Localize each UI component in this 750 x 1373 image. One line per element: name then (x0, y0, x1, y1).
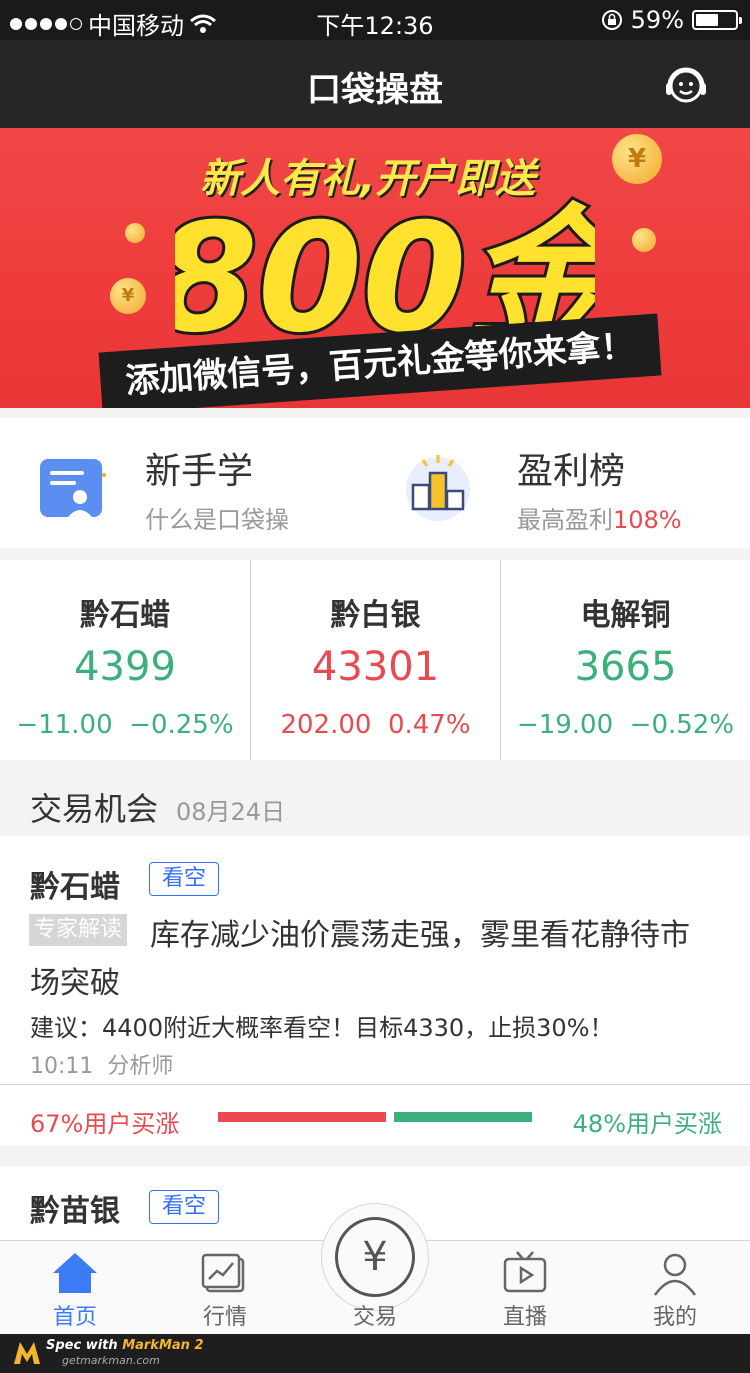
change-value: −11.00 (16, 710, 113, 740)
market-name: 黔白银 (330, 598, 421, 633)
bull-bar (394, 1112, 532, 1122)
feature-row: 新手学 什么是口袋操 盈利榜 最高盈利108% (0, 418, 750, 548)
tab-live[interactable]: 直播 (450, 1241, 600, 1335)
market-change: 202.00 0.47% (251, 710, 500, 740)
section-gap (0, 1146, 750, 1166)
tv-play-icon (503, 1251, 547, 1293)
bear-bar (218, 1112, 386, 1122)
coin-icon (632, 228, 656, 252)
section-date: 08月24日 (176, 798, 286, 826)
customer-service-icon[interactable] (662, 62, 710, 110)
card-meta: 10:11 分析师 (30, 1048, 173, 1080)
tab-label: 我的 (652, 1305, 697, 1330)
card-commodity-name: 黔石蜡 (30, 870, 120, 905)
tab-profile[interactable]: 我的 (600, 1241, 750, 1335)
opportunity-card[interactable]: 黔石蜡 看空 专家解读 库存减少油价震荡走强，雾里看花静待市 场突破 建议：44… (0, 836, 750, 1146)
bearish-tag: 看空 (149, 1190, 219, 1224)
chart-icon (201, 1253, 245, 1293)
bull-percentage: 48%用户买涨 (572, 1110, 722, 1138)
feature-subtitle: 最高盈利108% (517, 500, 682, 535)
feature-title: 盈利榜 (517, 451, 626, 492)
card-headline-continued: 场突破 (30, 966, 120, 1001)
section-gap (0, 408, 750, 418)
feature-leaderboard[interactable]: 盈利榜 最高盈利108% (375, 418, 750, 548)
feature-subtitle: 什么是口袋操 (145, 506, 289, 534)
user-icon (653, 1253, 697, 1296)
page-title: 口袋操盘 (307, 70, 443, 110)
yuan-icon: ¥ (335, 1217, 415, 1297)
market-price: 4399 (74, 644, 176, 690)
market-price: 3665 (574, 644, 677, 690)
card-advice: 建议：4400附近大概率看空！目标4330，止损30%！ (30, 1014, 614, 1042)
market-change: −11.00 −0.25% (0, 710, 250, 740)
market-quotes: 黔石蜡 4399 −11.00 −0.25% 黔白银 43301 202.00 … (0, 560, 750, 760)
market-change: −19.00 −0.52% (501, 710, 750, 740)
tab-trade[interactable]: ¥ 交易 (300, 1203, 450, 1335)
max-profit-value: 108% (613, 506, 682, 534)
feature-newbie[interactable]: 新手学 什么是口袋操 (0, 418, 375, 548)
bear-percentage: 67%用户买涨 (30, 1110, 180, 1138)
footer-url: getmarkman.com (62, 1354, 160, 1367)
rotation-lock-icon (601, 10, 622, 30)
section-title: 交易机会 (30, 790, 159, 828)
card-author: 分析师 (107, 1054, 174, 1079)
change-percent: −0.25% (129, 710, 234, 740)
change-percent: −0.52% (629, 710, 735, 740)
tab-home[interactable]: 首页 (0, 1241, 150, 1335)
battery-icon (692, 10, 742, 30)
market-name: 黔石蜡 (80, 598, 170, 633)
card-commodity-name: 黔苗银 (30, 1194, 120, 1229)
battery-percent: 59% (630, 6, 684, 34)
status-bar: 中国移动 下午12:36 59% (0, 0, 750, 40)
coin-icon: ¥ (110, 278, 146, 314)
nav-bar: 口袋操盘 (0, 40, 750, 128)
coin-icon: ¥ (612, 134, 662, 184)
change-percent: 0.47% (387, 710, 471, 740)
tab-bar: 首页 行情 ¥ 交易 直播 我的 (0, 1203, 750, 1335)
home-icon (53, 1253, 97, 1293)
footer-brand-prefix: Spec with (46, 1338, 123, 1353)
bearish-tag: 看空 (149, 862, 219, 896)
markman-footer: Spec with MarkMan 2 getmarkman.com (0, 1334, 750, 1373)
footer-brand: Spec with MarkMan 2 (46, 1338, 204, 1353)
document-user-icon (40, 459, 106, 517)
tab-label: 交易 (352, 1305, 397, 1330)
market-price: 43301 (311, 644, 440, 690)
market-item[interactable]: 电解铜 3665 −19.00 −0.52% (500, 560, 750, 760)
feature-title: 新手学 (145, 451, 254, 492)
coin-icon (125, 223, 145, 243)
change-value: 202.00 (280, 710, 372, 740)
change-value: −19.00 (516, 710, 614, 740)
status-right: 59% (601, 6, 742, 34)
markman-logo-icon (14, 1342, 40, 1364)
tab-label: 直播 (502, 1305, 547, 1330)
opportunity-header: 交易机会 08月24日 (0, 766, 750, 836)
feature-subtitle-prefix: 最高盈利 (517, 506, 613, 534)
tab-market[interactable]: 行情 (150, 1241, 300, 1335)
card-time: 10:11 (30, 1054, 94, 1079)
tab-label: 行情 (202, 1305, 247, 1330)
divider (0, 1084, 750, 1085)
market-item[interactable]: 黔石蜡 4399 −11.00 −0.25% (0, 560, 250, 760)
podium-icon (406, 455, 470, 521)
section-gap (0, 548, 750, 560)
market-name: 电解铜 (580, 598, 671, 633)
expert-label: 专家解读 (29, 914, 127, 946)
footer-brand-name: MarkMan 2 (122, 1338, 204, 1353)
tab-label: 首页 (52, 1305, 97, 1330)
market-item[interactable]: 黔白银 43301 202.00 0.47% (250, 560, 500, 760)
promo-banner[interactable]: ¥ ¥ 新人有礼,开户即送 800金 添加微信号，百元礼金等你来拿！ (0, 128, 750, 408)
card-headline: 库存减少油价震荡走强，雾里看花静待市 (150, 918, 690, 953)
